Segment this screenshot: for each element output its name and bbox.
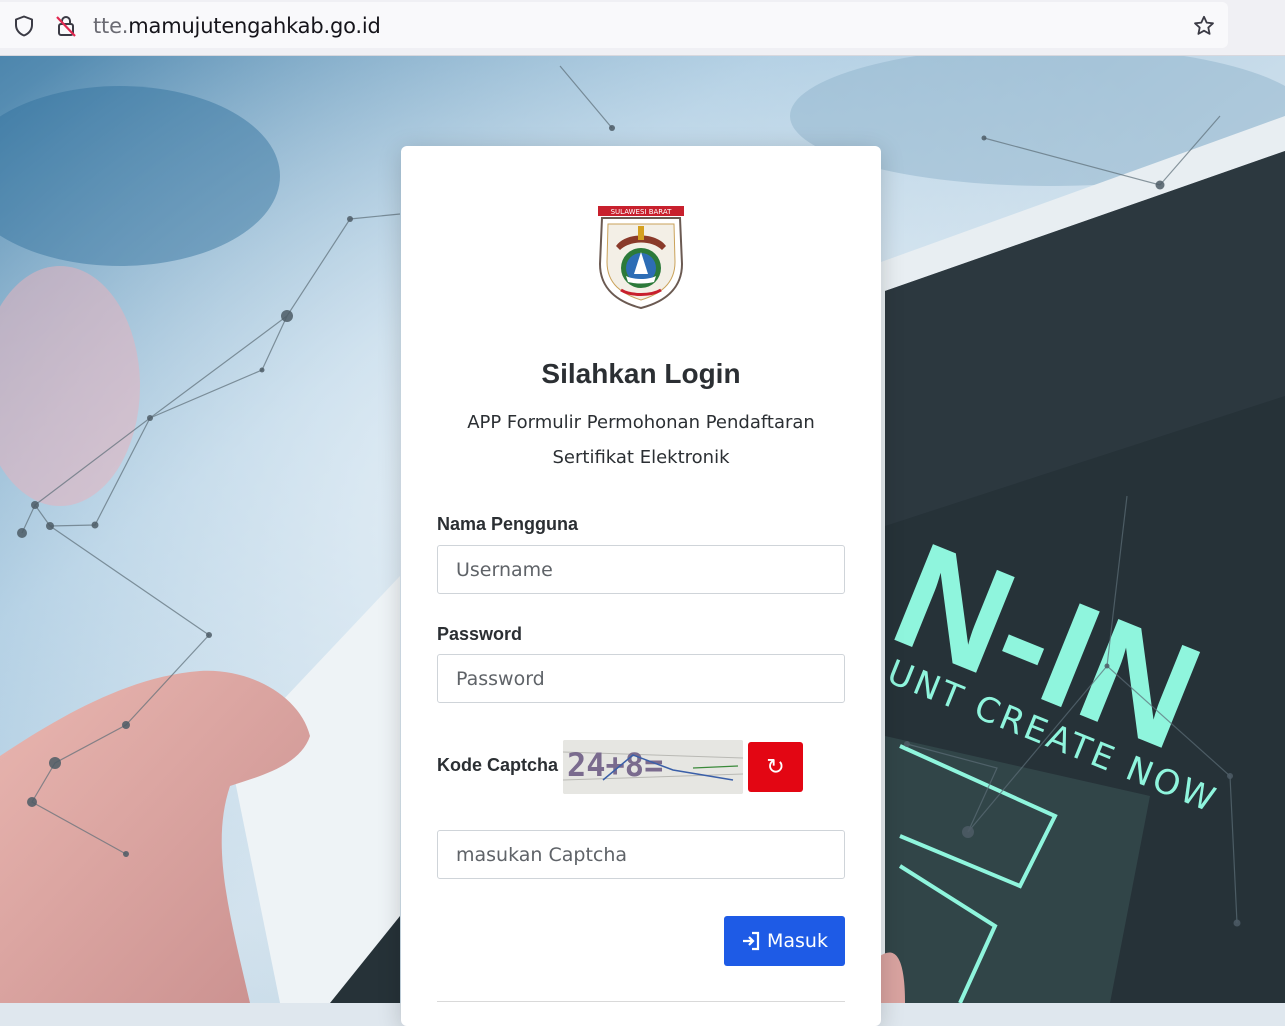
sign-in-icon <box>743 931 760 951</box>
refresh-captcha-button[interactable]: ↻ <box>748 742 803 792</box>
subtitle-line-2: Sertifikat Elektronik <box>552 447 730 468</box>
divider <box>437 1001 845 1002</box>
captcha-label: Kode Captcha <box>437 755 559 775</box>
sulawesi-barat-logo: SULAWESI BARAT <box>598 206 684 310</box>
captcha-image: 24+8= <box>563 740 743 794</box>
submit-label: Masuk <box>767 930 828 952</box>
refresh-icon: ↻ <box>766 754 785 780</box>
login-card: SULAWESI BARAT Silahkan Login APP Formul… <box>401 146 881 1026</box>
url-text[interactable]: tte.mamujutengahkab.go.id <box>93 14 381 38</box>
username-label: Nama Pengguna <box>437 514 579 534</box>
password-label: Password <box>437 624 523 644</box>
address-bar[interactable]: tte.mamujutengahkab.go.id <box>0 2 1228 48</box>
url-domain: mamujutengahkab.go.id <box>128 14 381 38</box>
star-icon[interactable] <box>1192 14 1216 38</box>
shield-icon[interactable] <box>12 14 36 38</box>
browser-toolbar: tte.mamujutengahkab.go.id <box>0 0 1285 56</box>
subtitle-line-1: APP Formulir Permohonan Pendaftaran <box>467 412 815 433</box>
logo-banner-text: SULAWESI BARAT <box>611 208 673 216</box>
url-prefix: tte. <box>93 14 129 38</box>
password-input[interactable] <box>437 654 845 703</box>
login-submit-button[interactable]: Masuk <box>724 916 845 966</box>
captcha-text: 24+8= <box>567 746 663 784</box>
captcha-input[interactable] <box>437 830 845 879</box>
page-title: Silahkan Login <box>541 358 741 389</box>
username-input[interactable] <box>437 545 845 594</box>
lock-slash-icon[interactable] <box>54 14 78 38</box>
